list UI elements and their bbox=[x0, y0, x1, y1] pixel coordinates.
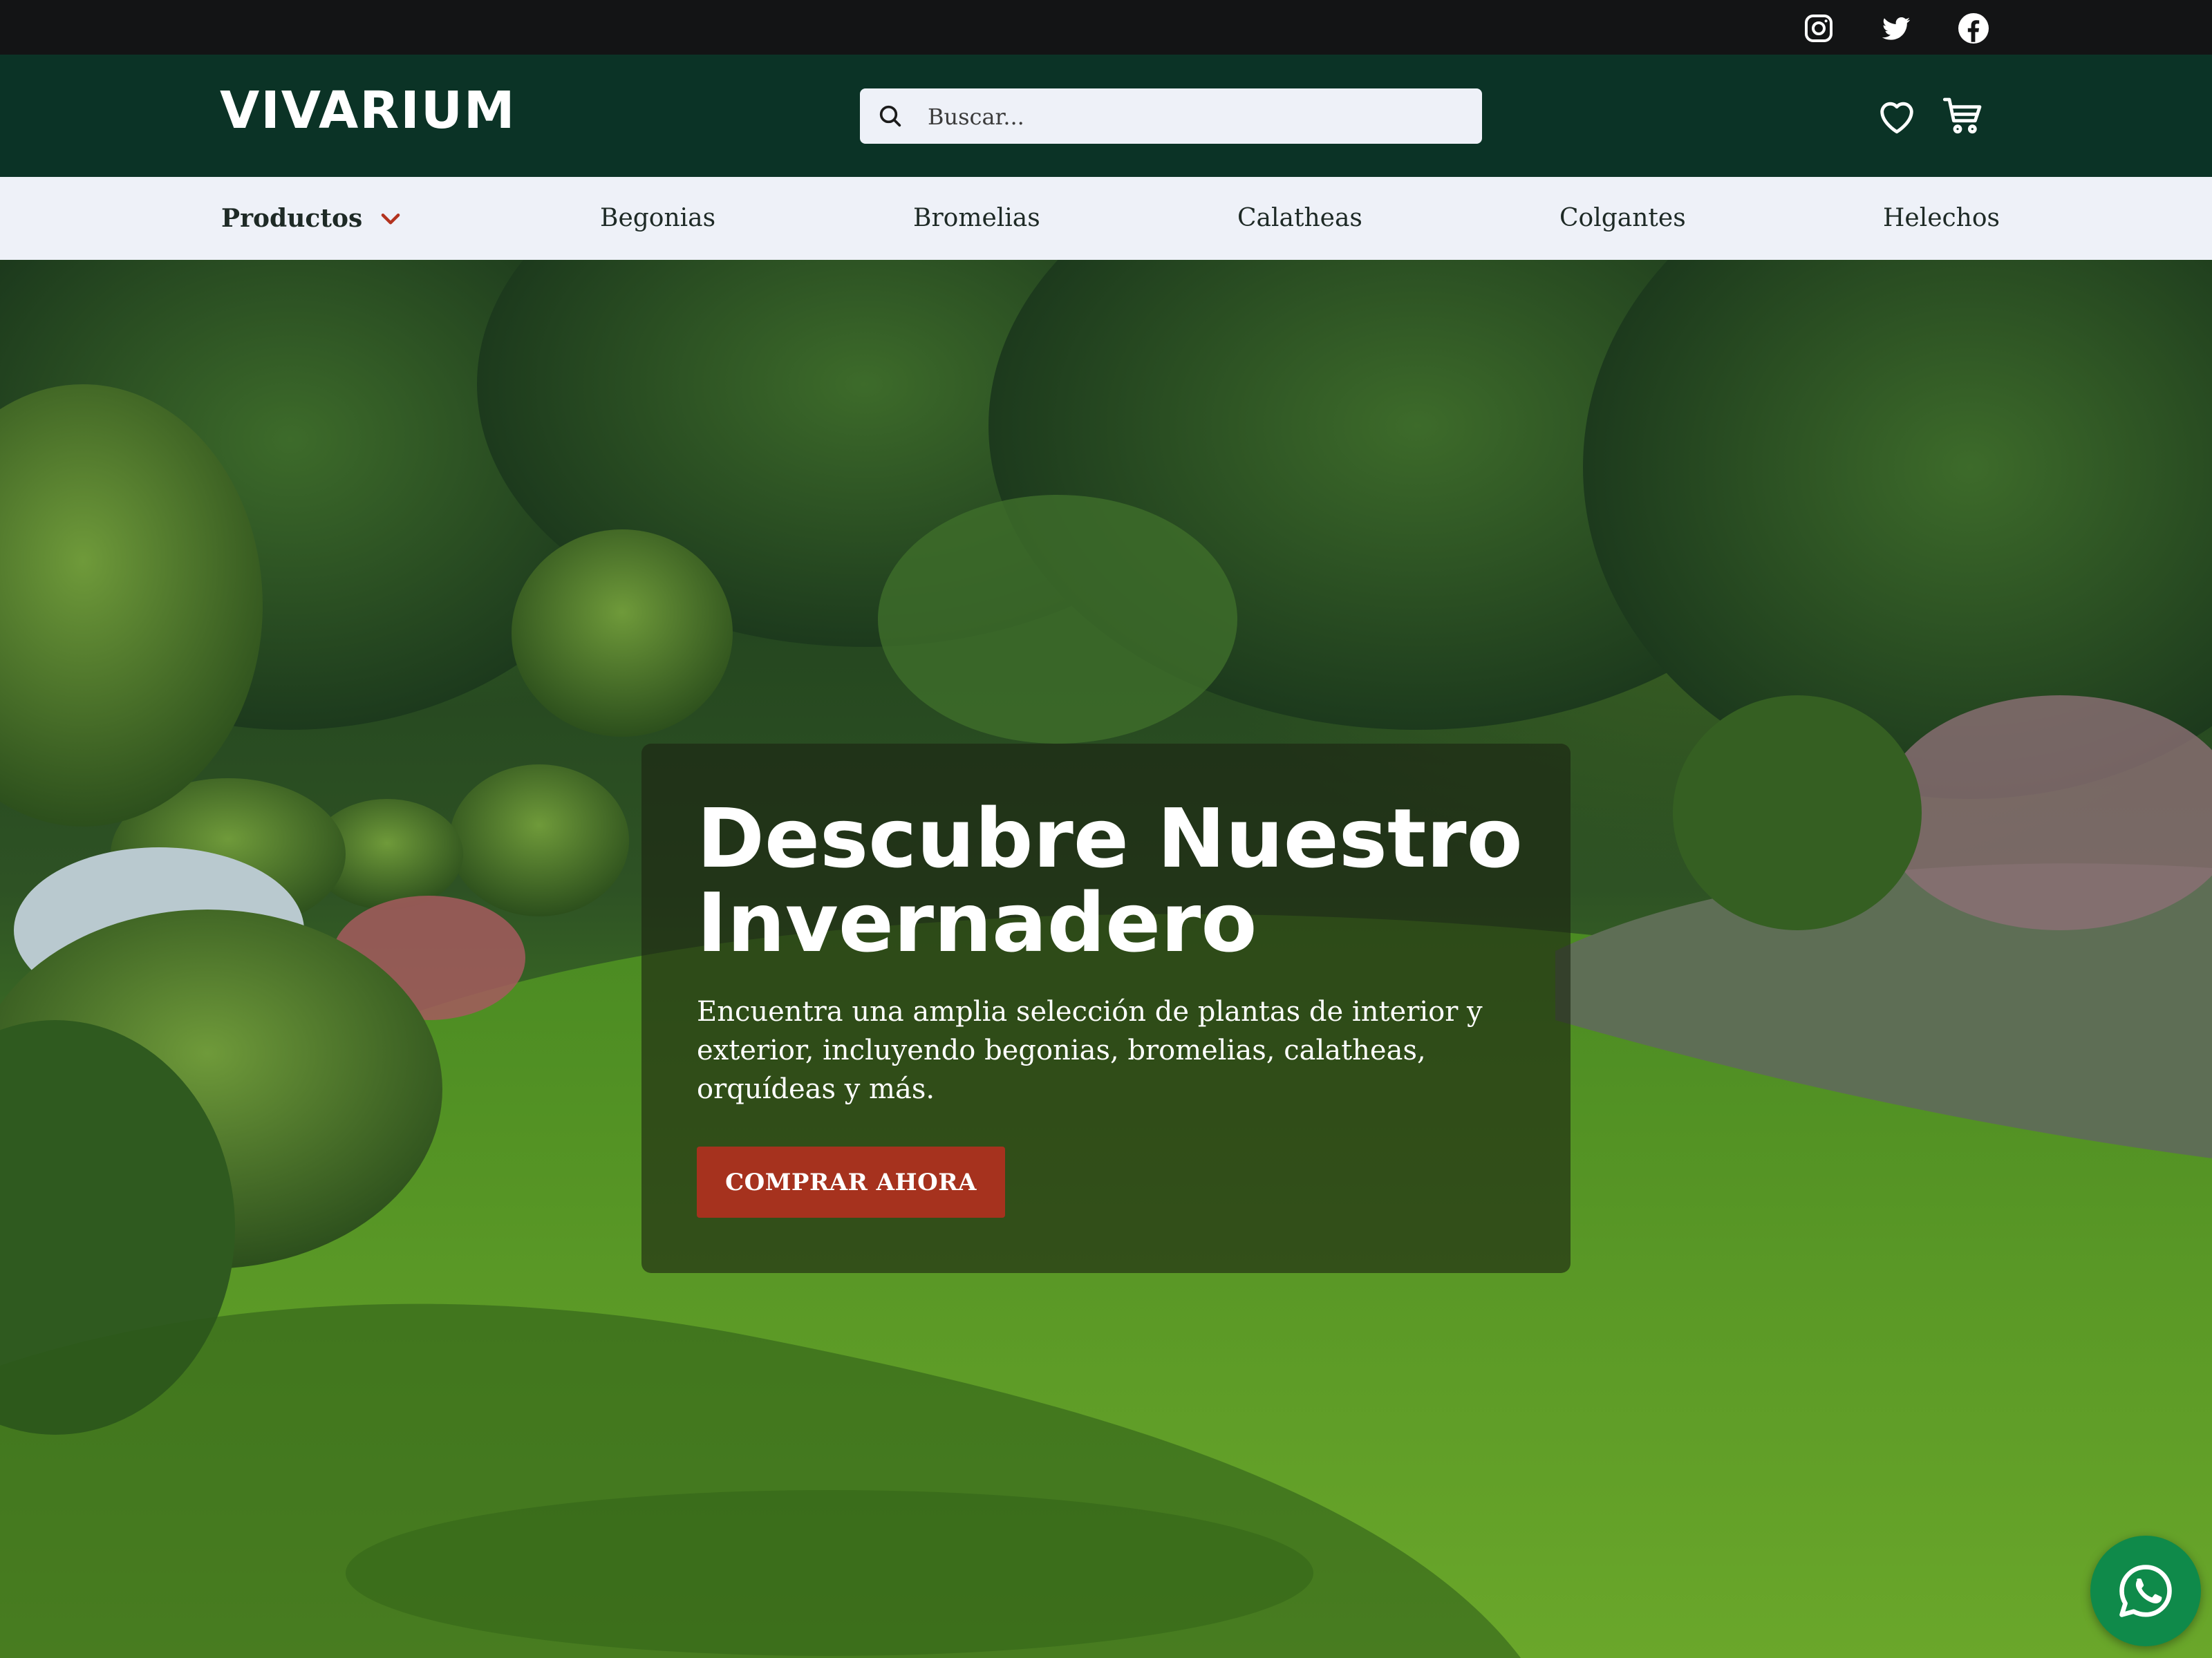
whatsapp-chat-button[interactable] bbox=[2090, 1536, 2201, 1646]
top-social-bar bbox=[0, 0, 2212, 55]
chevron-down-icon bbox=[381, 214, 400, 225]
category-nav: Productos Begonias Bromelias Calatheas C… bbox=[0, 177, 2212, 261]
facebook-icon[interactable] bbox=[1957, 12, 1990, 45]
shop-now-button[interactable]: COMPRAR AHORA bbox=[697, 1147, 1005, 1218]
nav-item-productos[interactable]: Productos bbox=[221, 177, 404, 260]
whatsapp-icon bbox=[2119, 1565, 2172, 1617]
heart-icon[interactable] bbox=[1875, 94, 1919, 138]
hero-section: Descubre Nuestro Invernadero Encuentra u… bbox=[0, 260, 2212, 1658]
site-header: VIVARIUM bbox=[0, 55, 2212, 177]
cart-icon[interactable] bbox=[1941, 94, 1985, 138]
nav-item-label: Productos bbox=[221, 204, 363, 233]
search-icon bbox=[879, 105, 901, 127]
search-bar[interactable] bbox=[860, 88, 1482, 145]
hero-title: Descubre Nuestro Invernadero bbox=[697, 791, 1523, 970]
nav-item-helechos[interactable]: Helechos bbox=[1883, 177, 2000, 260]
nav-item-calatheas[interactable]: Calatheas bbox=[1237, 177, 1362, 260]
nav-item-colgantes[interactable]: Colgantes bbox=[1559, 177, 1686, 260]
search-input[interactable] bbox=[926, 88, 1468, 145]
hero-card: Descubre Nuestro Invernadero Encuentra u… bbox=[641, 744, 1571, 1273]
instagram-icon[interactable] bbox=[1802, 12, 1835, 45]
nav-item-bromelias[interactable]: Bromelias bbox=[913, 177, 1040, 260]
twitter-icon[interactable] bbox=[1880, 12, 1913, 45]
hero-description: Encuentra una amplia selección de planta… bbox=[697, 996, 1483, 1105]
nav-item-begonias[interactable]: Begonias bbox=[600, 177, 715, 260]
site-logo[interactable]: VIVARIUM bbox=[220, 85, 516, 136]
